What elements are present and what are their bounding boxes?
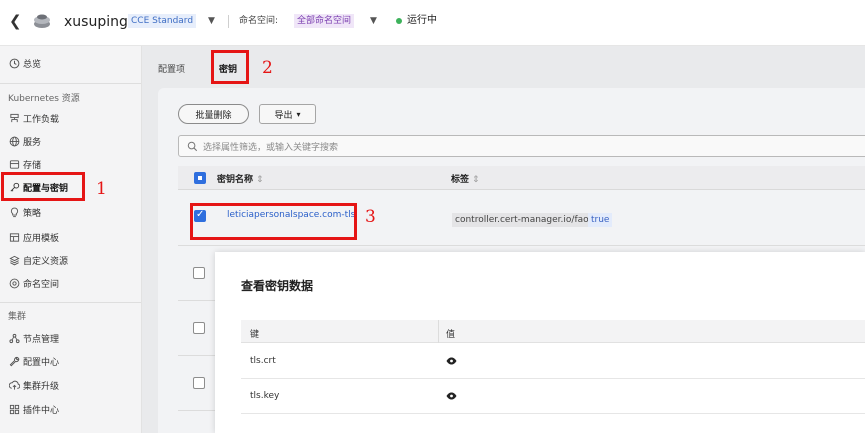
template-icon bbox=[8, 232, 20, 244]
sidebar-item-policy[interactable]: 策略 bbox=[0, 201, 142, 224]
sidebar-item-label: 策略 bbox=[23, 209, 42, 219]
status-dot-icon bbox=[396, 18, 402, 24]
sidebar-item-namespace[interactable]: 命名空间 bbox=[0, 272, 142, 295]
sidebar-item-overview[interactable]: 总览 bbox=[0, 52, 142, 75]
sidebar-item-label: 存储 bbox=[23, 161, 42, 171]
namespace-icon bbox=[8, 278, 20, 290]
modal-table-header bbox=[241, 320, 865, 343]
sidebar-item-label: 应用模板 bbox=[23, 234, 60, 244]
label-value-chip: true bbox=[588, 213, 613, 227]
sidebar-item-app-template[interactable]: 应用模板 bbox=[0, 226, 142, 249]
export-button[interactable]: 导出 ▾ bbox=[259, 104, 316, 124]
row-checkbox[interactable] bbox=[193, 377, 205, 389]
annotation-box-3 bbox=[190, 203, 357, 240]
table-header: 密钥名称 ⇕ 标签 ⇕ bbox=[178, 166, 865, 190]
upgrade-icon bbox=[8, 380, 20, 392]
sidebar-item-plugin-center[interactable]: 插件中心 bbox=[0, 398, 142, 421]
namespace-caret-icon[interactable]: ▼ bbox=[370, 12, 377, 30]
column-divider bbox=[438, 320, 439, 343]
globe-icon bbox=[8, 136, 20, 148]
header-divider bbox=[228, 15, 229, 28]
modal-data-row bbox=[241, 344, 865, 379]
sidebar-item-config-center[interactable]: 配置中心 bbox=[0, 350, 142, 373]
cluster-icon bbox=[34, 14, 50, 28]
sidebar-item-label: 集群升级 bbox=[23, 382, 60, 392]
data-key: tls.key bbox=[250, 391, 280, 401]
modal-title: 查看密钥数据 bbox=[241, 279, 314, 293]
annotation-number-2: 2 bbox=[262, 58, 273, 78]
storage-icon bbox=[8, 159, 20, 171]
sort-icon[interactable]: ⇕ bbox=[256, 175, 264, 185]
eye-icon[interactable] bbox=[446, 357, 457, 365]
nodes-icon bbox=[8, 333, 20, 345]
sidebar-item-label: 插件中心 bbox=[23, 406, 60, 416]
row-checkbox[interactable] bbox=[193, 267, 205, 279]
sidebar-item-cluster-upgrade[interactable]: 集群升级 bbox=[0, 374, 142, 397]
workload-icon bbox=[8, 113, 20, 125]
overview-icon bbox=[8, 58, 20, 70]
sort-icon[interactable]: ⇕ bbox=[472, 175, 480, 185]
sidebar-item-label: 工作负载 bbox=[23, 115, 60, 125]
cluster-switch-caret-icon[interactable]: ▼ bbox=[208, 12, 215, 30]
sidebar-item-label: 命名空间 bbox=[23, 280, 60, 290]
data-key: tls.crt bbox=[250, 356, 276, 366]
eye-icon[interactable] bbox=[446, 392, 457, 400]
label-key-chip: controller.cert-manager.io/fao bbox=[452, 213, 592, 227]
column-header-labels-label: 标签 bbox=[451, 175, 470, 185]
sidebar-item-label: 自定义资源 bbox=[23, 257, 69, 267]
column-header-name[interactable]: 密钥名称 ⇕ bbox=[217, 172, 264, 185]
namespace-selector[interactable]: 全部命名空间 bbox=[294, 14, 355, 28]
modal-data-row bbox=[241, 379, 865, 414]
search-input[interactable]: 选择属性筛选，或输入关键字搜索 bbox=[178, 135, 865, 157]
sidebar-section-k8s: Kubernetes 资源 bbox=[8, 94, 80, 104]
edition-badge: CCE Standard bbox=[128, 14, 197, 28]
cluster-status: 运行中 bbox=[407, 15, 437, 26]
modal-column-value: 值 bbox=[446, 330, 456, 340]
grid-icon bbox=[8, 404, 20, 416]
tab-configmap[interactable]: 配置项 bbox=[158, 62, 185, 75]
namespace-label: 命名空间: bbox=[239, 16, 279, 26]
sidebar-item-node-management[interactable]: 节点管理 bbox=[0, 327, 142, 350]
sidebar-divider bbox=[0, 302, 141, 303]
layers-icon bbox=[8, 255, 20, 267]
annotation-box-1 bbox=[1, 172, 85, 201]
export-button-label: 导出 bbox=[274, 110, 293, 121]
sidebar-divider bbox=[0, 83, 141, 84]
chevron-left-icon[interactable]: ❮ bbox=[9, 12, 22, 30]
sidebar-item-label: 总览 bbox=[23, 60, 42, 70]
sidebar-section-cluster: 集群 bbox=[8, 312, 27, 322]
export-caret-icon: ▾ bbox=[296, 109, 301, 119]
annotation-box-2 bbox=[211, 50, 249, 84]
bulb-icon bbox=[8, 207, 20, 219]
wrench-icon bbox=[8, 356, 20, 368]
annotation-number-1: 1 bbox=[96, 179, 107, 199]
batch-delete-button[interactable]: 批量删除 bbox=[178, 104, 249, 124]
sidebar-item-custom-resource[interactable]: 自定义资源 bbox=[0, 249, 142, 272]
row-checkbox[interactable] bbox=[193, 322, 205, 334]
search-placeholder: 选择属性筛选，或输入关键字搜索 bbox=[203, 142, 339, 153]
sidebar-item-service[interactable]: 服务 bbox=[0, 130, 142, 153]
sidebar-item-label: 节点管理 bbox=[23, 335, 60, 345]
sidebar-item-label: 配置中心 bbox=[23, 358, 60, 368]
select-all-checkbox[interactable] bbox=[194, 172, 206, 184]
modal-column-key: 键 bbox=[250, 330, 260, 340]
column-header-labels[interactable]: 标签 ⇕ bbox=[451, 172, 480, 185]
top-header: ❮ xusuping CCE Standard ▼ 命名空间: 全部命名空间 ▼… bbox=[0, 0, 865, 46]
sidebar-item-label: 服务 bbox=[23, 138, 42, 148]
sidebar-item-workload[interactable]: 工作负载 bbox=[0, 107, 142, 130]
annotation-number-3: 3 bbox=[365, 207, 376, 227]
column-header-name-label: 密钥名称 bbox=[217, 175, 254, 185]
search-icon bbox=[187, 141, 198, 151]
tab-bar: 配置项 密钥 bbox=[143, 46, 865, 86]
cluster-name: xusuping bbox=[64, 14, 128, 30]
